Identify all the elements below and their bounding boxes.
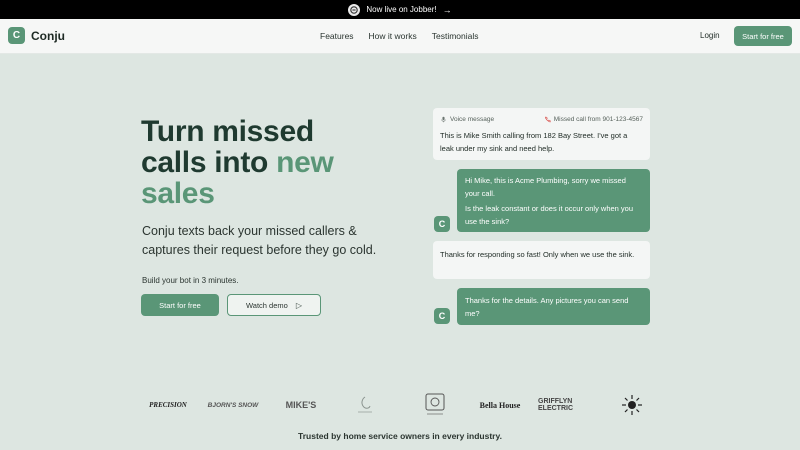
hero-title-line1: Turn missed <box>141 115 314 148</box>
message-text: Thanks for responding so fast! Only when… <box>440 250 635 259</box>
customer-logos: PRECISION BJORN'S SNOW MIKE'S Bella Hous… <box>140 392 660 418</box>
hero-title: Turn missed calls into new sales <box>141 116 334 209</box>
mikes-logo: MIKE'S <box>285 400 317 410</box>
nav-link-how-it-works[interactable]: How it works <box>369 31 417 41</box>
arrow-right-icon: → <box>442 4 452 15</box>
hero-title-highlight: new <box>276 146 334 179</box>
sun-logo-icon <box>620 392 644 418</box>
hero-title-line2: calls into <box>141 146 277 179</box>
hero-subtitle: Conju texts back your missed callers & c… <box>142 224 377 257</box>
message-text: Hi Mike, this is Acme Plumbing, sorry we… <box>465 176 626 198</box>
bot-avatar: C <box>434 216 450 232</box>
nav-start-free-button[interactable]: Start for free <box>734 26 792 46</box>
nav-menu: Features How it works Testimonials <box>320 31 479 41</box>
jobber-logo-icon <box>348 3 361 16</box>
hero-title-line3: sales <box>141 177 215 210</box>
chat-message-bot: Thanks for the details. Any pictures you… <box>457 288 650 325</box>
missed-call-tag: Missed call from 901-123-4567 <box>544 113 643 126</box>
login-link[interactable]: Login <box>700 31 720 40</box>
chat-message-customer: Voice message Missed call from 901-123-4… <box>433 108 650 160</box>
trusted-by-caption: Trusted by home service owners in every … <box>298 431 502 441</box>
message-text: Thanks for the details. Any pictures you… <box>465 296 629 318</box>
missed-call-label: Missed call from 901-123-4567 <box>553 116 643 123</box>
watch-demo-label: Watch demo <box>246 300 288 310</box>
voice-message-label: Voice message <box>450 116 495 123</box>
brand-name: Conju <box>31 28 65 43</box>
bot-avatar: C <box>434 308 450 324</box>
top-navigation: C Conju Features How it works Testimonia… <box>0 19 800 54</box>
watch-demo-button[interactable]: Watch demo ▷ <box>227 294 321 316</box>
phone-icon <box>544 116 551 123</box>
grifflyn-electric-logo: GRIFFLYN ELECTRIC <box>538 398 573 412</box>
brand-mark: C <box>8 27 25 44</box>
voice-message-tag: Voice message <box>440 113 494 126</box>
hero-note: Build your bot in 3 minutes. <box>142 276 239 285</box>
chat-message-bot: Hi Mike, this is Acme Plumbing, sorry we… <box>457 169 650 232</box>
hero-start-free-button[interactable]: Start for free <box>141 294 219 316</box>
message-meta: Voice message Missed call from 901-123-4… <box>440 113 643 126</box>
bella-house-logo: Bella House <box>479 400 521 410</box>
nav-link-features[interactable]: Features <box>320 31 354 41</box>
announcement-bar[interactable]: Now live on Jobber! → <box>0 0 800 19</box>
precision-logo: PRECISION <box>149 401 187 409</box>
microphone-icon <box>441 116 446 123</box>
cap-logo-icon <box>350 392 380 418</box>
play-icon: ▷ <box>295 300 302 310</box>
brand-logo[interactable]: C Conju <box>8 27 65 44</box>
bjorns-snow-logo: BJORN'S SNOW <box>207 401 259 409</box>
message-text: This is Mike Smith calling from 182 Bay … <box>440 131 628 153</box>
announcement-text: Now live on Jobber! <box>366 5 437 14</box>
nav-link-testimonials[interactable]: Testimonials <box>432 31 479 41</box>
message-text-followup: Is the leak constant or does it occur on… <box>465 204 634 226</box>
roofing-logo-icon <box>420 392 450 418</box>
chat-message-customer: Thanks for responding so fast! Only when… <box>433 241 650 279</box>
